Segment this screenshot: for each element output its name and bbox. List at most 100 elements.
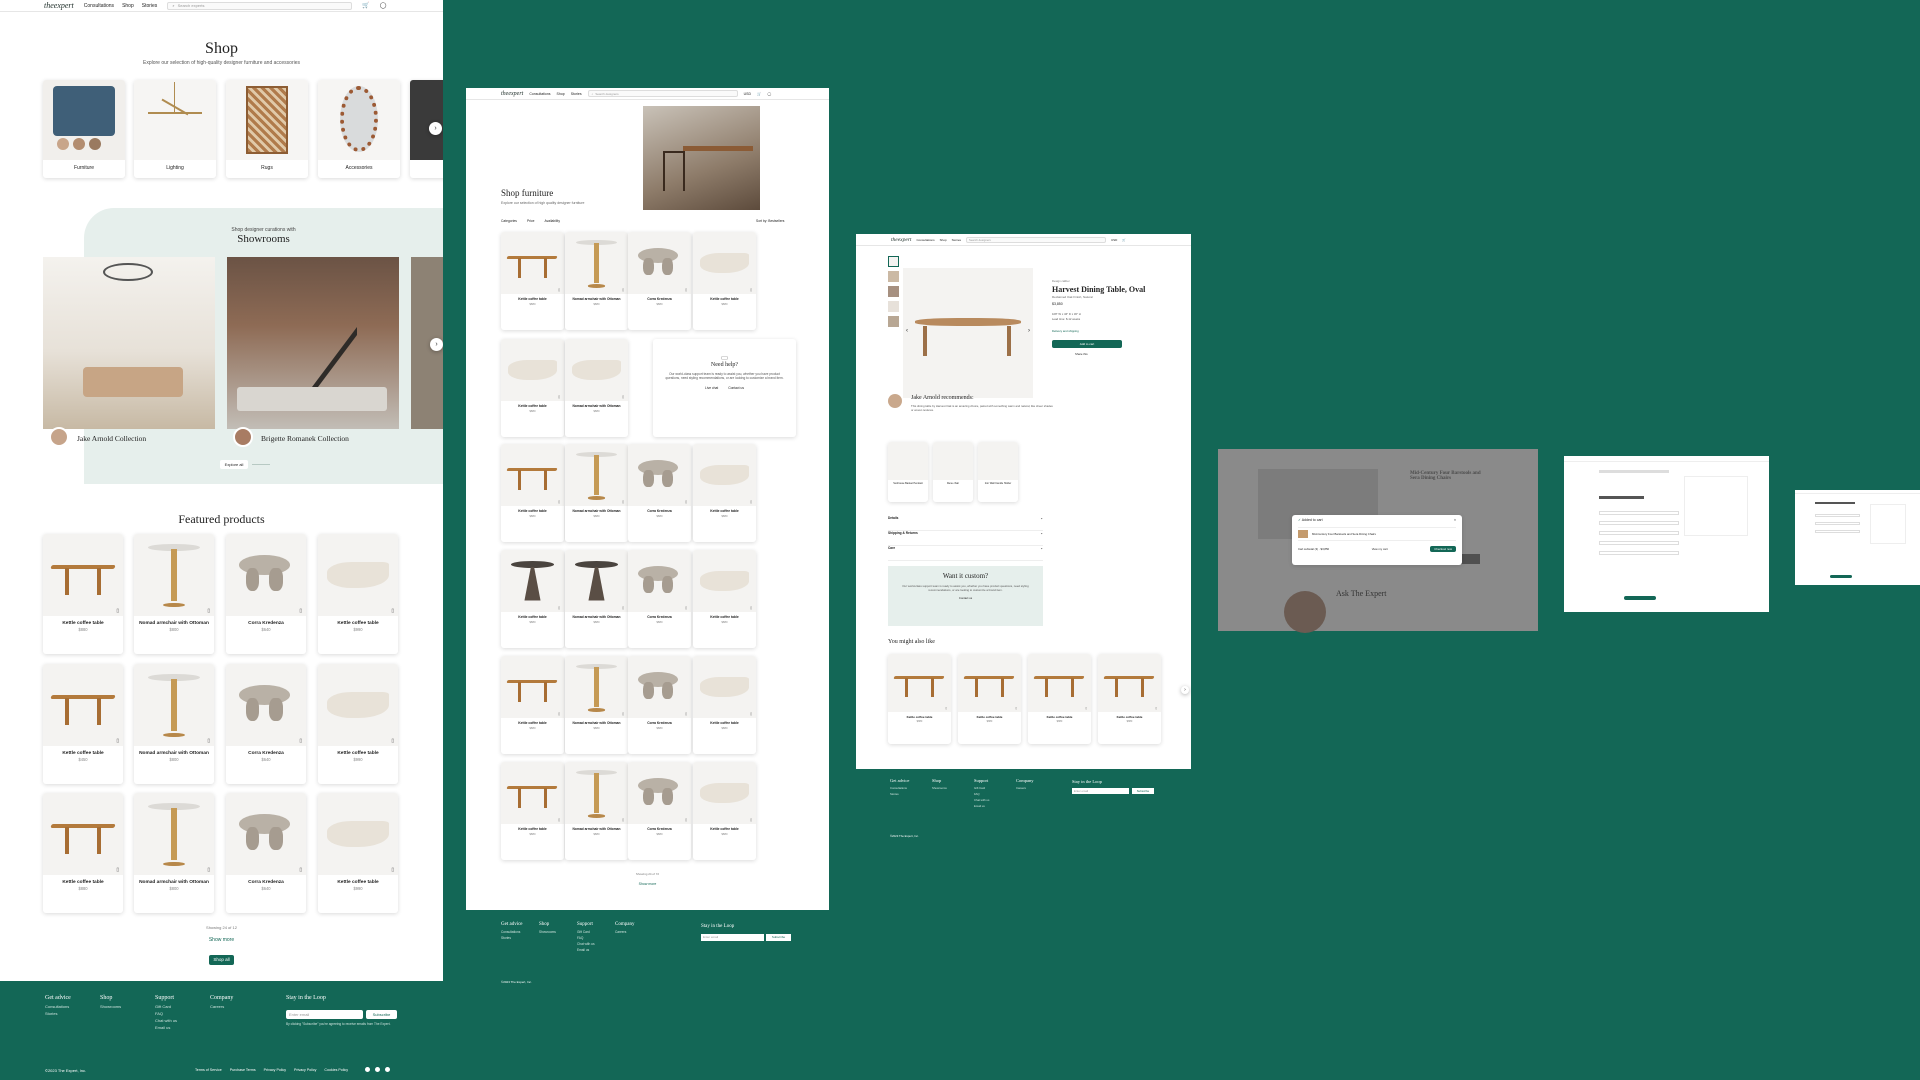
filter-categories[interactable]: Categories <box>501 219 517 223</box>
chevron-right-icon[interactable]: › <box>429 122 442 135</box>
bookmark-icon[interactable]: ▯ <box>750 606 752 610</box>
showroom-card-brigette[interactable]: Brigette Romanek Collection <box>227 257 399 447</box>
bookmark-icon[interactable]: ▯ <box>685 288 687 292</box>
facebook-icon[interactable] <box>365 1067 370 1072</box>
product-card[interactable]: ▯ Kettle coffee table $990 <box>318 534 398 654</box>
product-card[interactable]: ▯ Nomad armchair with Ottoman $880 <box>565 444 628 542</box>
product-card[interactable]: ▯ Nomad armchair with Ottoman $800 <box>134 664 214 784</box>
bookmark-icon[interactable]: ▯ <box>116 609 119 614</box>
footer-link[interactable]: Careers <box>1016 786 1034 790</box>
thumbnail[interactable] <box>888 271 899 282</box>
subscribe-button[interactable]: Subscribe <box>366 1010 397 1019</box>
bookmark-icon[interactable]: ▯ <box>685 500 687 504</box>
product-card[interactable]: ▯ Nomad armchair with Ottoman $800 <box>134 534 214 654</box>
footer-link[interactable]: Careers <box>210 1004 233 1009</box>
bookmark-icon[interactable]: ▯ <box>945 706 947 710</box>
live-chat-button[interactable]: Live chat <box>705 386 718 390</box>
product-card[interactable]: ▯ Nomad armchair with Ottoman $880 <box>565 550 628 648</box>
product-card[interactable]: ▯ Kettle coffee table $880 <box>501 656 564 754</box>
related-item[interactable]: Rene chair <box>933 442 973 502</box>
chevron-right-icon[interactable]: › <box>1181 686 1189 694</box>
product-card[interactable]: ▯ Corra Kredenza $640 <box>226 793 306 913</box>
bookmark-icon[interactable]: ▯ <box>750 712 752 716</box>
chevron-right-icon[interactable]: › <box>1028 328 1030 334</box>
user-icon[interactable]: ◯ <box>380 2 387 9</box>
product-card[interactable]: ▯ Kettle coffee table $880 <box>501 444 564 542</box>
chevron-right-icon[interactable]: › <box>430 338 443 351</box>
product-card[interactable]: ▯ Corra Kredenza $640 <box>226 534 306 654</box>
subscribe-button[interactable]: Subscribe <box>766 934 791 941</box>
bookmark-icon[interactable]: ▯ <box>622 606 624 610</box>
footer-link[interactable]: Chat with us <box>155 1018 177 1023</box>
product-card[interactable]: ▯ Kettle coffee table $880 <box>501 232 564 330</box>
bookmark-icon[interactable]: ▯ <box>1155 706 1157 710</box>
accordion-care[interactable]: Care ⌄ <box>888 546 1043 561</box>
product-card[interactable]: ▯ Corra Kredenza $880 <box>628 232 691 330</box>
category-lighting[interactable]: Lighting <box>134 80 216 178</box>
product-card[interactable]: ▯ Corra Kredenza $880 <box>628 550 691 648</box>
thumbnail[interactable] <box>888 301 899 312</box>
cart-icon[interactable]: 🛒 <box>757 92 761 96</box>
show-more-link[interactable]: Show more <box>466 882 829 886</box>
bookmark-icon[interactable]: ▯ <box>622 500 624 504</box>
cart-icon[interactable]: 🛒 <box>362 2 369 9</box>
footer-link[interactable]: Email us <box>974 804 989 808</box>
thumbnail[interactable] <box>888 256 899 267</box>
product-card[interactable]: ▯ Corra Kredenza $880 <box>628 762 691 860</box>
footer-link[interactable]: Email us <box>577 948 595 952</box>
product-card[interactable]: ▯ Kettle coffee table $880 <box>693 444 756 542</box>
product-card[interactable]: ▯ Kettle coffee table $880 <box>888 654 951 744</box>
footer-link[interactable]: Gift Card <box>155 1004 177 1009</box>
accordion-details[interactable]: Details ⌄ <box>888 516 1043 531</box>
footer-link[interactable]: FAQ <box>577 936 595 940</box>
footer-link[interactable]: Chat with us <box>577 942 595 946</box>
footer-link[interactable]: Email us <box>155 1025 177 1030</box>
showroom-card-jake[interactable]: Jake Arnold Collection <box>43 257 215 447</box>
logo[interactable]: theexpert <box>44 1 74 10</box>
product-card[interactable]: ▯ Kettle coffee table $990 <box>318 664 398 784</box>
instagram-icon[interactable] <box>375 1067 380 1072</box>
category-furniture[interactable]: Furniture <box>43 80 125 178</box>
shop-all-button[interactable]: Shop all <box>209 955 234 965</box>
user-icon[interactable]: ◯ <box>767 92 771 96</box>
product-card[interactable]: ▯ Kettle coffee table $880 <box>693 656 756 754</box>
bookmark-icon[interactable]: ▯ <box>116 868 119 873</box>
subscribe-button[interactable]: Subscribe <box>1132 788 1154 794</box>
search-input[interactable]: Search designers <box>966 236 1107 243</box>
email-field[interactable]: Enter email <box>1072 788 1129 794</box>
product-card[interactable]: ▯ Kettle coffee table $880 <box>693 762 756 860</box>
product-card[interactable]: ▯ Kettle coffee table $880 <box>1098 654 1161 744</box>
product-card[interactable]: ▯ Corra Kredenza $640 <box>226 664 306 784</box>
product-card[interactable]: ▯ Nomad armchair with Ottoman $880 <box>565 656 628 754</box>
share-link[interactable]: Share this <box>1075 352 1088 356</box>
footer-link[interactable]: Stories <box>890 792 909 796</box>
bookmark-icon[interactable]: ▯ <box>391 739 394 744</box>
footer-link[interactable]: Stories <box>501 936 523 940</box>
bookmark-icon[interactable]: ▯ <box>622 288 624 292</box>
product-card[interactable]: ▯ Kettle coffee table $880 <box>693 550 756 648</box>
thumbnail[interactable] <box>888 286 899 297</box>
product-card[interactable]: ▯ Kettle coffee table $880 <box>501 762 564 860</box>
close-icon[interactable]: × <box>1454 518 1456 522</box>
bookmark-icon[interactable]: ▯ <box>116 739 119 744</box>
product-card[interactable]: ▯ Kettle coffee table $880 <box>43 793 123 913</box>
footer-link[interactable]: Showrooms <box>539 930 556 934</box>
bookmark-icon[interactable]: ▯ <box>622 818 624 822</box>
filter-price[interactable]: Price <box>527 219 535 223</box>
bookmark-icon[interactable]: ▯ <box>299 739 302 744</box>
bookmark-icon[interactable]: ▯ <box>685 818 687 822</box>
bookmark-icon[interactable]: ▯ <box>207 868 210 873</box>
contact-button[interactable]: Contact us <box>888 596 1043 600</box>
bookmark-icon[interactable]: ▯ <box>750 288 752 292</box>
contact-button[interactable]: Contact us <box>728 386 744 390</box>
search-input[interactable]: ⌕ Search designers <box>587 90 738 97</box>
currency-select[interactable]: USD <box>744 92 751 96</box>
product-card[interactable]: ▯ Kettle coffee table $450 <box>43 664 123 784</box>
bookmark-icon[interactable]: ▯ <box>685 712 687 716</box>
bookmark-icon[interactable]: ▯ <box>558 712 560 716</box>
footer-link[interactable]: Stories <box>45 1011 71 1016</box>
product-card[interactable]: ▯ Nomad armchair with Ottoman $880 <box>565 232 628 330</box>
bookmark-icon[interactable]: ▯ <box>299 868 302 873</box>
category-rugs[interactable]: Rugs <box>226 80 308 178</box>
bookmark-icon[interactable]: ▯ <box>391 868 394 873</box>
